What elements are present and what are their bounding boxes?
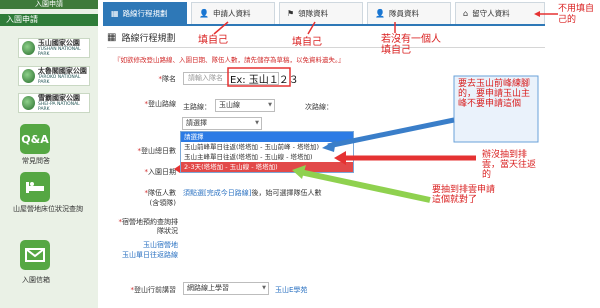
- tab-label: 申請人資料: [212, 9, 251, 18]
- sidebar-top-bar: 入園申請: [0, 0, 98, 9]
- park-name: 太魯閣國家公園: [37, 66, 87, 75]
- main-route-select[interactable]: 玉山線: [215, 99, 275, 112]
- bed-status-link-label[interactable]: 山屋營地床位狀況查詢: [8, 205, 88, 214]
- park-name-en: YUSHAN NATIONAL PARK: [37, 46, 81, 57]
- tab-route-planning[interactable]: ▦ 路線行程規劃: [103, 2, 187, 24]
- tab-members[interactable]: 👤 隊員資料: [367, 2, 451, 24]
- annotation-green-callout: 要抽到排雲申請這個就對了: [432, 185, 496, 205]
- sidebar-heading: 入園申請: [0, 14, 98, 26]
- briefing-select[interactable]: 網路線上學習: [183, 282, 269, 295]
- park-name-en: TAROKO NATIONAL PARK: [37, 74, 81, 85]
- sidebar: 入園申請 入園申請 玉山國家公園 YUSHAN NATIONAL PARK 太魯…: [0, 0, 98, 308]
- dropdown-option[interactable]: 玉山前峰單日往返(塔塔加 - 玉山前峰 - 塔塔加): [181, 142, 353, 152]
- team-name-example: Ex: 玉山１２３: [230, 75, 299, 86]
- tab-label: 領隊資料: [298, 9, 329, 18]
- days-label: *登山總日數: [137, 147, 177, 155]
- sub-route-label: 次路線：: [305, 103, 333, 111]
- park-seal-icon: [22, 69, 35, 83]
- annotation-fill-self-2: 填自己: [292, 37, 322, 48]
- section-title: ▦ 路線行程規劃: [107, 31, 175, 44]
- park-link-sheipa[interactable]: 雪霸國家公園 SHEI-PA NATIONAL PARK: [18, 93, 90, 113]
- annotation-blue-callout: 要去玉山前峰練腳的，要申請玉山主峰不要申請這個: [458, 79, 531, 109]
- annotation-no-self: 不用填自己的: [558, 4, 595, 25]
- calendar-icon: ▦: [107, 32, 117, 43]
- park-name: 玉山國家公園: [37, 38, 80, 47]
- calendar-icon: ▦: [111, 9, 119, 18]
- briefing-label: *登山行前講習: [130, 286, 177, 294]
- tab-label: 隊員資料: [388, 9, 419, 18]
- members-sub-label: (含領隊): [149, 199, 176, 207]
- route-dropdown-list: 請選擇 玉山前峰單日往返(塔塔加 - 玉山前峰 - 塔塔加) 玉山主峰單日往返(…: [180, 131, 354, 173]
- person-icon: 👤: [199, 9, 209, 18]
- tab-leader[interactable]: ⚑ 領隊資料: [279, 2, 363, 24]
- lodging-label: *宿營地預約查詢排隊狀況: [118, 218, 179, 235]
- tab-applicant[interactable]: 👤 申請人資料: [191, 2, 275, 24]
- annotation-fill-self-1: 填自己: [198, 35, 228, 46]
- dropdown-option[interactable]: 玉山主峰單日往返(塔塔加 - 玉山線 - 塔塔加): [181, 152, 353, 162]
- park-name: 雪霸國家公園: [38, 93, 81, 102]
- route-option-select[interactable]: 請選擇: [182, 117, 262, 130]
- main-route-label: 主路線：: [183, 103, 211, 111]
- home-icon: ⌂: [463, 9, 469, 18]
- members-label: *隊伍人數: [144, 189, 177, 197]
- yushan-e-learning-link[interactable]: 玉山E學苑: [275, 285, 307, 295]
- tab-label: 留守人資料: [472, 9, 510, 18]
- dropdown-option[interactable]: 2-3天(塔塔加 - 玉山線 - 塔塔加): [181, 162, 353, 172]
- person-icon: 👤: [375, 9, 385, 18]
- section-title-text: 路線行程規劃: [121, 34, 176, 44]
- qa-link-label[interactable]: 常見問答: [2, 157, 70, 166]
- mail-icon[interactable]: [20, 240, 50, 270]
- lodging-link-yushan[interactable]: 玉山宿營地: [114, 240, 178, 250]
- lodging-link-dayhike[interactable]: 玉山單日往返路線: [114, 250, 178, 260]
- bed-icon[interactable]: [20, 172, 50, 202]
- section-divider: [107, 47, 545, 48]
- park-seal-icon: [22, 96, 36, 110]
- park-link-yushan[interactable]: 玉山國家公園 YUSHAN NATIONAL PARK: [18, 38, 90, 58]
- mailbox-link-label[interactable]: 入園信箱: [2, 276, 70, 285]
- notice-text: 『如欲修改登山路線、入園日期、隊伍人數，請先儲存為草稿，以免資料遺失。』: [114, 56, 345, 64]
- park-link-taroko[interactable]: 太魯閣國家公園 TAROKO NATIONAL PARK: [18, 66, 90, 86]
- flag-icon: ⚑: [287, 9, 295, 18]
- tab-emergency-contact[interactable]: ⌂ 留守人資料: [455, 2, 545, 24]
- members-note-rest: 後，始可選擇隊伍人數: [251, 189, 322, 197]
- qa-icon[interactable]: Q&A: [20, 124, 50, 154]
- complete-route-link[interactable]: 須點選[完成今日路線]: [183, 189, 251, 197]
- team-name-label: *隊名: [158, 75, 177, 83]
- park-name-en: SHEI-PA NATIONAL PARK: [38, 101, 80, 112]
- park-seal-icon: [22, 41, 35, 55]
- route-label: *登山路線: [144, 100, 177, 108]
- members-note: 須點選[完成今日路線]後，始可選擇隊伍人數: [183, 188, 321, 198]
- annotation-red-callout: 辦沒抽到排雲，當天往返的: [482, 150, 537, 180]
- annotation-fill-self-3: 若沒有一個人填自己: [381, 34, 441, 56]
- entry-date-label: *入園日期: [144, 168, 177, 176]
- tab-label: 路線行程規劃: [122, 9, 168, 18]
- tab-underline: [103, 24, 545, 26]
- dropdown-option[interactable]: 請選擇: [181, 132, 353, 142]
